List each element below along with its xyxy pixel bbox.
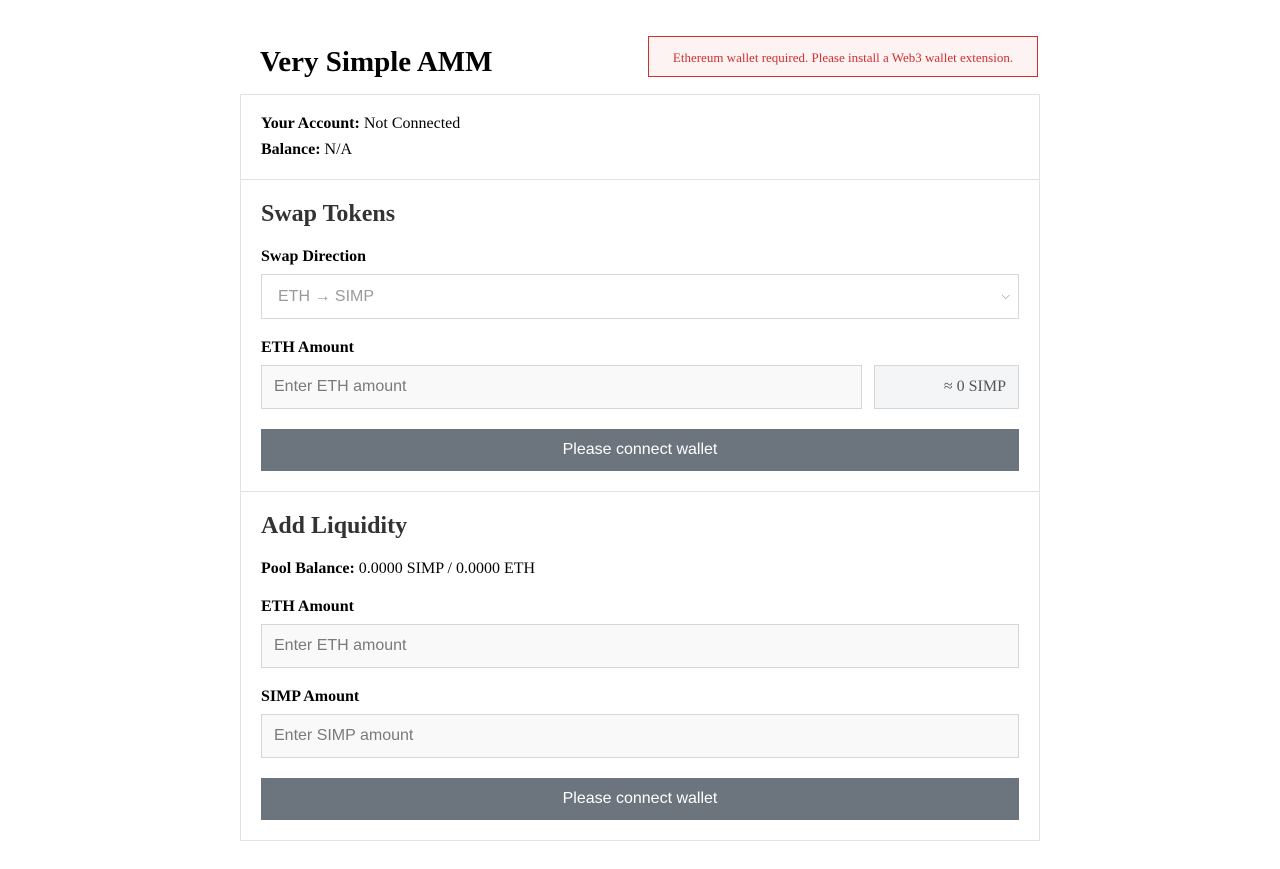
liquidity-title: Add Liquidity xyxy=(261,513,408,539)
swap-direction-label: Swap Direction xyxy=(261,248,367,265)
account-section: Your Account: Not Connected Balance: N/A xyxy=(241,95,1039,180)
swap-direction-value: ETH → SIMP xyxy=(278,288,375,305)
amm-panel: Your Account: Not Connected Balance: N/A… xyxy=(240,94,1040,841)
account-label: Your Account: xyxy=(261,115,360,132)
liquidity-eth-amount-input[interactable] xyxy=(261,624,1019,668)
swap-title: Swap Tokens xyxy=(261,201,396,227)
swap-direction-select[interactable]: ETH → SIMP ⌵ xyxy=(261,274,1019,319)
liquidity-simp-amount-input[interactable] xyxy=(261,714,1019,758)
pool-balance-info: Pool Balance: 0.0000 SIMP / 0.0000 ETH xyxy=(261,559,535,579)
swap-eth-amount-input[interactable] xyxy=(261,365,862,409)
pool-balance-value: 0.0000 SIMP / 0.0000 ETH xyxy=(358,560,536,577)
swap-eth-amount-label: ETH Amount xyxy=(261,339,354,356)
swap-section: Swap Tokens Swap Direction ETH → SIMP ⌵ … xyxy=(241,180,1039,492)
balance-label: Balance: xyxy=(261,141,321,158)
chevron-down-icon: ⌵ xyxy=(1001,290,1010,302)
account-value: Not Connected xyxy=(363,115,461,132)
liquidity-section: Add Liquidity Pool Balance: 0.0000 SIMP … xyxy=(241,492,1039,841)
pool-balance-label: Pool Balance: xyxy=(261,560,355,577)
liquidity-connect-wallet-button[interactable]: Please connect wallet xyxy=(261,778,1019,820)
balance-value: N/A xyxy=(324,141,353,158)
liquidity-simp-amount-label: SIMP Amount xyxy=(261,688,360,705)
balance-info: Balance: N/A xyxy=(261,140,352,160)
swap-estimate-output: ≈ 0 SIMP xyxy=(874,365,1019,409)
account-info: Your Account: Not Connected xyxy=(261,114,460,134)
liquidity-eth-amount-label: ETH Amount xyxy=(261,598,354,615)
page-title: Very Simple AMM xyxy=(260,46,493,78)
swap-connect-wallet-button[interactable]: Please connect wallet xyxy=(261,429,1019,471)
wallet-required-alert: Ethereum wallet required. Please install… xyxy=(648,36,1038,77)
